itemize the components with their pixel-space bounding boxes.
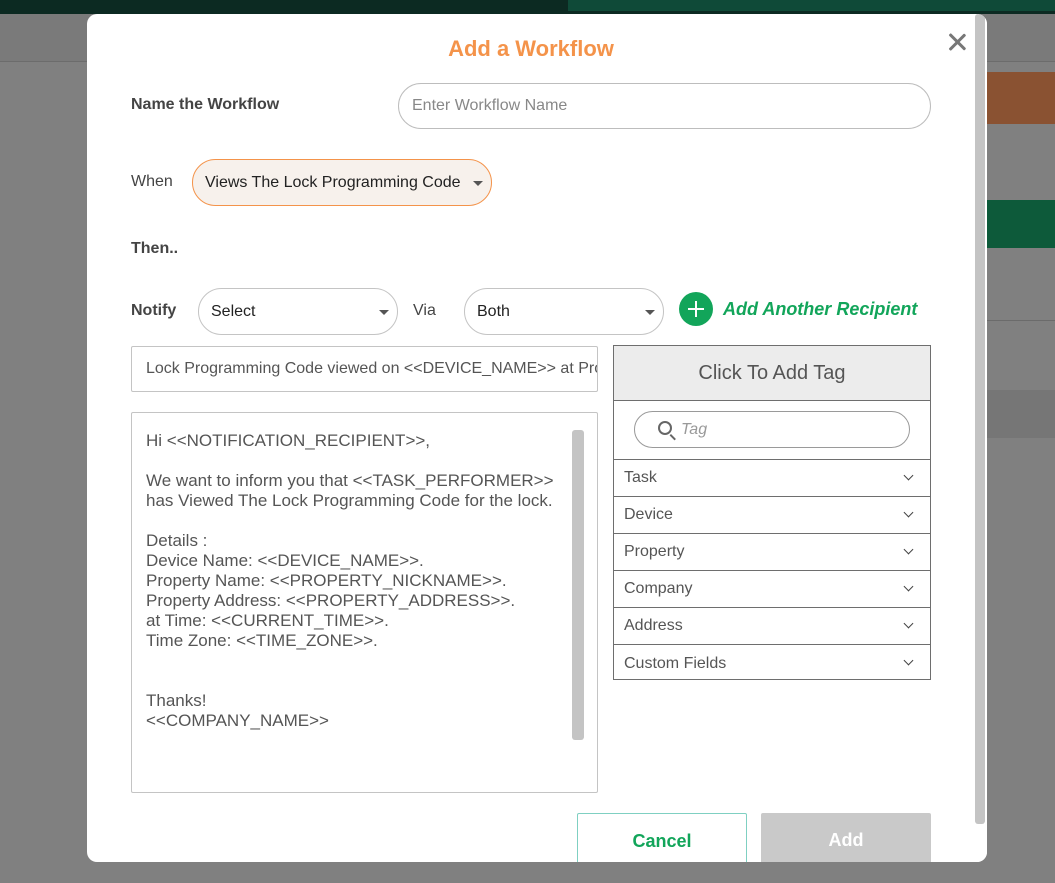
tag-category-device[interactable]: Device: [614, 497, 930, 534]
add-workflow-modal: Add a Workflow Name the Workflow Enter W…: [87, 14, 987, 862]
chevron-down-icon: [903, 507, 914, 518]
background-top-bar-accent: [568, 0, 1055, 11]
search-icon: [658, 421, 672, 435]
background-row: [985, 390, 1055, 438]
tag-category-custom-fields[interactable]: Custom Fields: [614, 645, 930, 682]
background-divider: [985, 320, 1055, 321]
message-body-text: Hi <<NOTIFICATION_RECIPIENT>>, We want t…: [146, 431, 554, 730]
chevron-down-icon: [903, 618, 914, 629]
chevron-down-icon: [903, 470, 914, 481]
tag-category-label: Address: [624, 617, 683, 634]
then-label: Then..: [131, 240, 179, 257]
tag-category-task[interactable]: Task: [614, 460, 930, 497]
tag-panel: Click To Add Tag Tag Task Device Propert…: [613, 345, 931, 680]
notify-select[interactable]: Select: [198, 288, 398, 335]
subject-value: Lock Programming Code viewed on <<DEVICE…: [146, 360, 598, 377]
notify-label: Notify: [131, 302, 177, 319]
tag-category-address[interactable]: Address: [614, 608, 930, 645]
tag-search-row: Tag: [614, 401, 930, 460]
tag-category-label: Company: [624, 580, 693, 597]
message-body-scrollbar[interactable]: [572, 430, 584, 740]
add-another-recipient-link[interactable]: Add Another Recipient: [723, 299, 917, 320]
cancel-button[interactable]: Cancel: [577, 813, 747, 862]
tag-category-label: Custom Fields: [624, 654, 727, 672]
modal-title: Add a Workflow: [448, 36, 614, 61]
when-trigger-value: Views The Lock Programming Code: [205, 173, 461, 191]
chevron-down-icon: [903, 544, 914, 555]
chevron-down-icon: [903, 655, 914, 666]
name-workflow-label: Name the Workflow: [131, 96, 280, 113]
chevron-down-icon: [645, 309, 655, 315]
tag-category-label: Property: [624, 543, 685, 560]
via-label: Via: [413, 302, 436, 319]
via-value: Both: [477, 302, 510, 320]
close-icon[interactable]: [945, 30, 969, 54]
tag-panel-header: Click To Add Tag: [614, 346, 930, 401]
workflow-name-placeholder: Enter Workflow Name: [412, 97, 568, 114]
tag-search-placeholder: Tag: [681, 421, 708, 438]
when-trigger-select[interactable]: Views The Lock Programming Code: [192, 159, 492, 206]
modal-scrollbar[interactable]: [975, 14, 985, 824]
add-button[interactable]: Add: [761, 813, 931, 862]
notify-value: Select: [211, 302, 256, 320]
chevron-down-icon: [903, 581, 914, 592]
subject-input[interactable]: Lock Programming Code viewed on <<DEVICE…: [131, 346, 598, 392]
add-recipient-plus-icon[interactable]: [679, 292, 713, 326]
tag-category-property[interactable]: Property: [614, 534, 930, 571]
via-select[interactable]: Both: [464, 288, 664, 335]
tag-category-label: Device: [624, 506, 673, 523]
background-green-block: [985, 200, 1055, 248]
background-orange-block: [985, 72, 1055, 124]
workflow-name-input[interactable]: Enter Workflow Name: [398, 83, 931, 129]
chevron-down-icon: [379, 309, 389, 315]
tag-category-company[interactable]: Company: [614, 571, 930, 608]
message-body-textarea[interactable]: Hi <<NOTIFICATION_RECIPIENT>>, We want t…: [131, 412, 598, 793]
tag-category-label: Task: [624, 469, 657, 486]
chevron-down-icon: [473, 180, 483, 186]
tag-search-input[interactable]: Tag: [634, 411, 910, 448]
when-label: When: [131, 173, 173, 190]
